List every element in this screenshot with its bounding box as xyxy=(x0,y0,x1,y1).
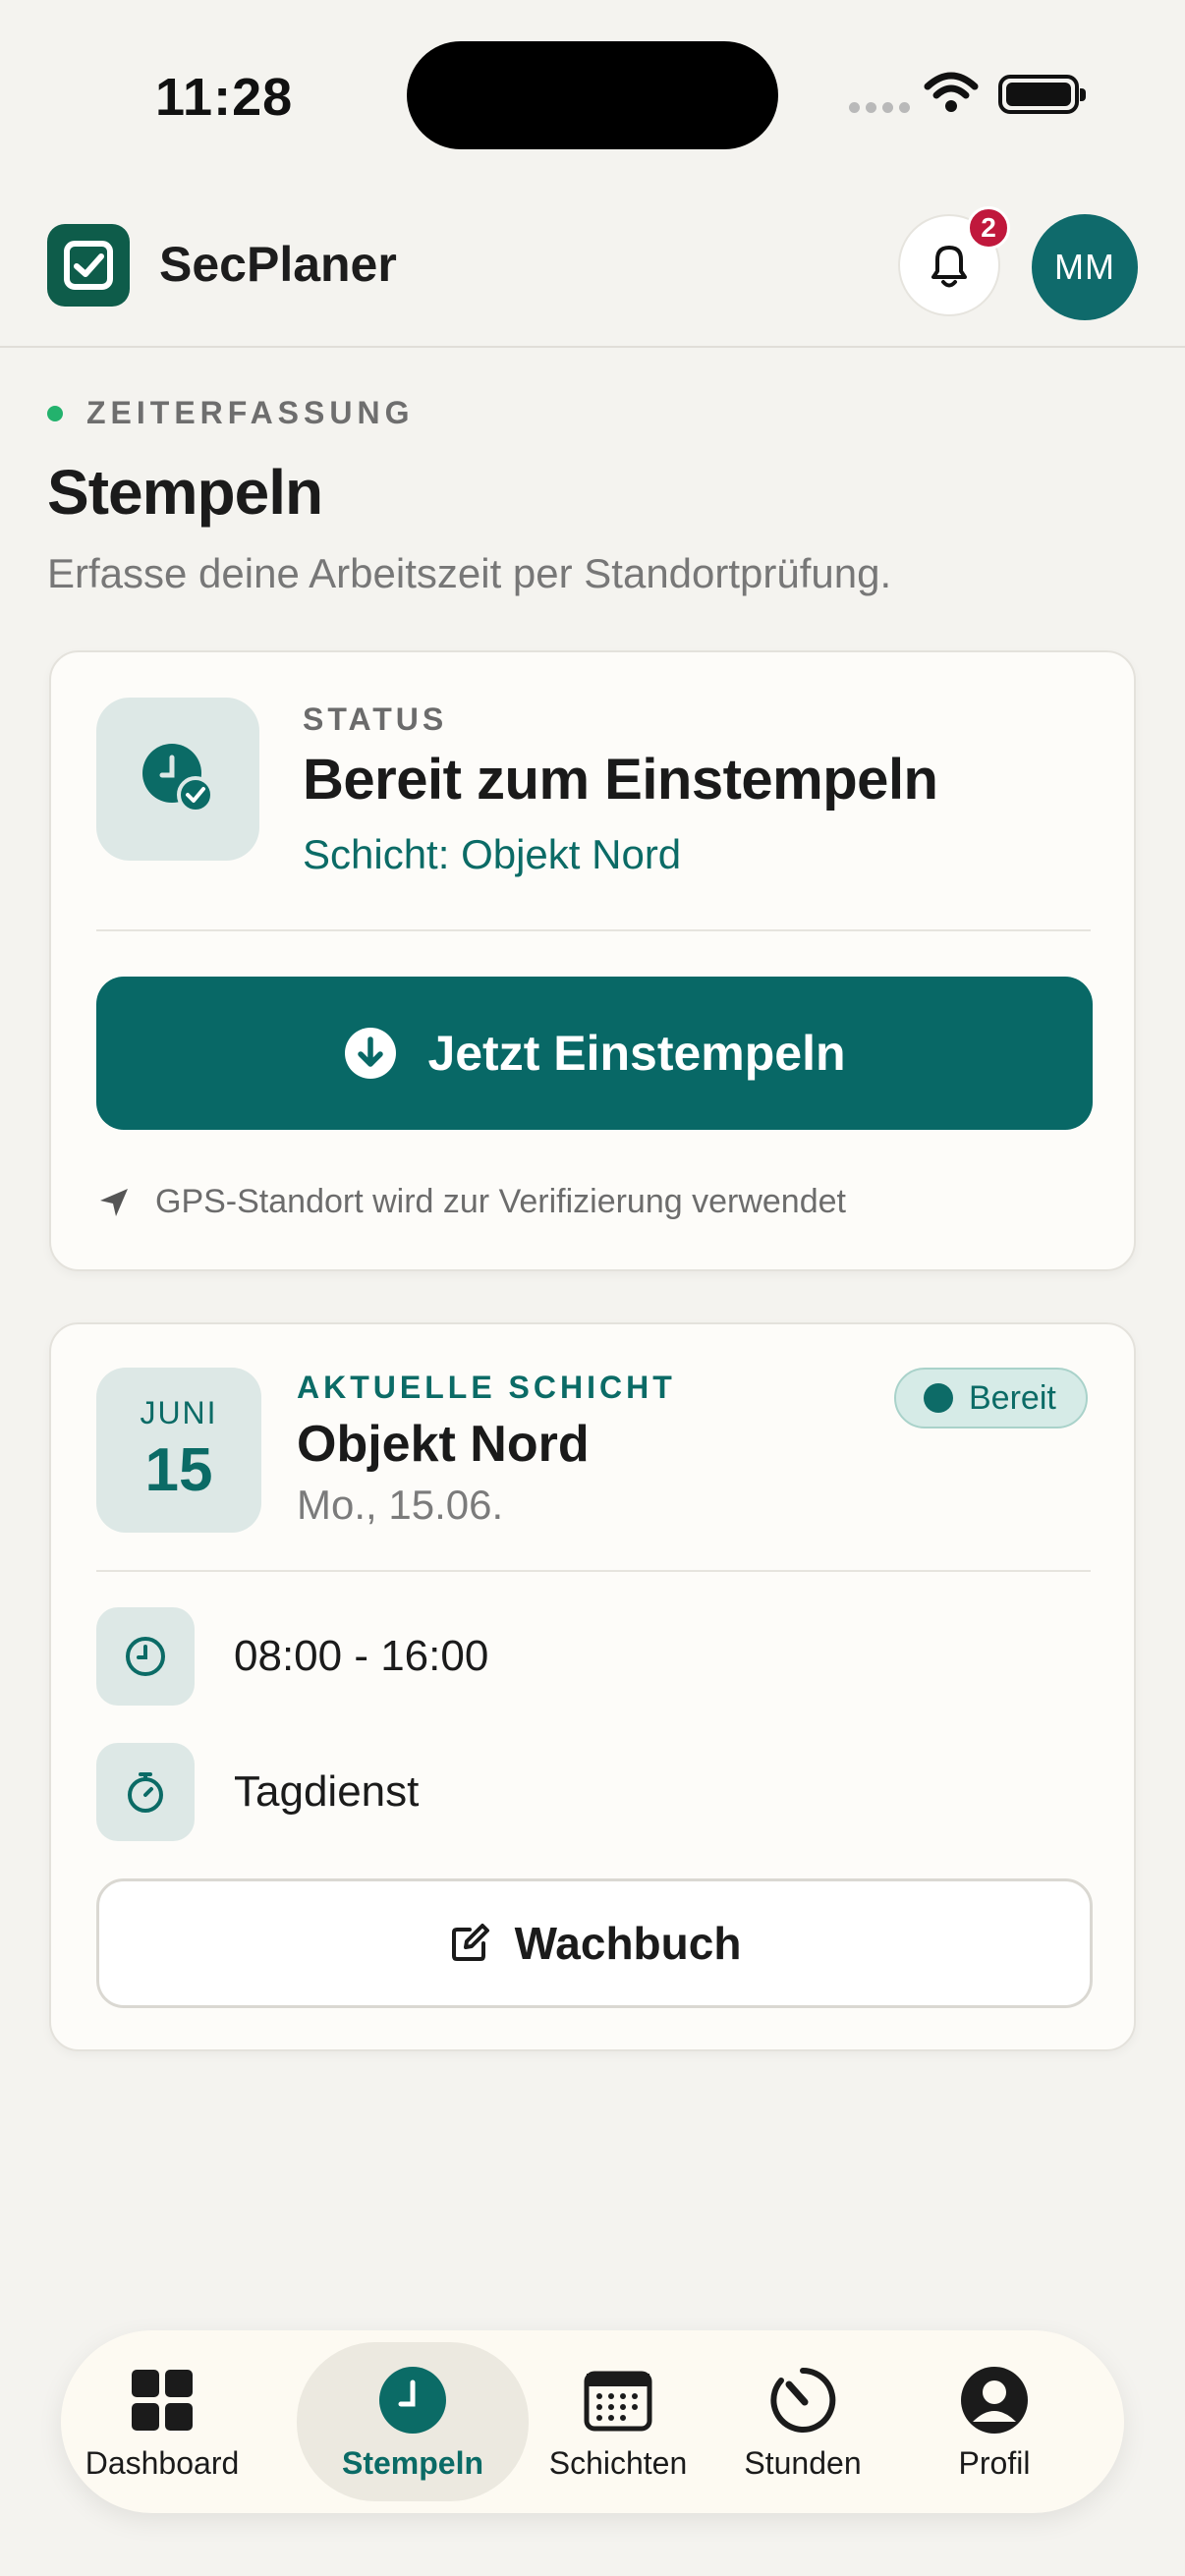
timer-icon xyxy=(767,2363,838,2437)
app-header: SecPlaner 2 MM xyxy=(0,187,1185,348)
shift-type: Tagdienst xyxy=(234,1767,420,1816)
user-icon xyxy=(959,2363,1030,2437)
section-eyebrow: ZEITERFASSUNG xyxy=(47,395,414,431)
page-subtitle: Erfasse deine Arbeitszeit per Standortpr… xyxy=(47,550,892,596)
nav-label-dashboard: Dashboard xyxy=(85,2444,240,2481)
status-bar: 11:28 xyxy=(0,0,1185,187)
clock-icon xyxy=(96,1607,195,1706)
clock-in-button[interactable]: Jetzt Einstempeln xyxy=(96,977,1093,1130)
grid-icon xyxy=(130,2363,195,2437)
app-logo-icon xyxy=(47,224,130,307)
wifi-icon xyxy=(924,71,979,119)
clock-in-label: Jetzt Einstempeln xyxy=(427,1026,846,1081)
app-title: SecPlaner xyxy=(159,237,397,292)
status-badge: Bereit xyxy=(894,1368,1088,1428)
bottom-nav: Dashboard Stempeln Schichten Stunden Pro… xyxy=(61,2330,1124,2513)
status-dot xyxy=(47,405,63,421)
divider xyxy=(96,1570,1091,1572)
calendar-icon xyxy=(584,2363,652,2437)
divider xyxy=(96,929,1091,931)
logbook-button[interactable]: Wachbuch xyxy=(96,1878,1093,2008)
shift-date-box: JUNI 15 xyxy=(96,1368,261,1533)
bell-icon xyxy=(931,246,967,288)
clock-icon xyxy=(377,2363,448,2437)
shift-month: JUNI xyxy=(140,1395,218,1430)
shift-title: Objekt Nord xyxy=(297,1416,590,1473)
gps-note-text: GPS-Standort wird zur Verifizierung verw… xyxy=(155,1183,846,1220)
badge-dot xyxy=(924,1383,953,1413)
shift-date: Mo., 15.06. xyxy=(297,1482,504,1528)
nav-label-schichten: Schichten xyxy=(548,2444,688,2481)
notification-badge: 2 xyxy=(967,206,1010,250)
battery-icon xyxy=(998,75,1086,114)
shift-type-row: Tagdienst xyxy=(96,1743,419,1841)
status-time: 11:28 xyxy=(155,68,294,127)
status-label: STATUS xyxy=(303,701,448,737)
nav-item-stunden[interactable]: Stunden xyxy=(729,2342,876,2501)
nav-item-profil[interactable]: Profil xyxy=(926,2342,1063,2501)
shift-time-range: 08:00 - 16:00 xyxy=(234,1632,489,1680)
nav-label-stempeln: Stempeln xyxy=(341,2444,484,2481)
nav-item-dashboard[interactable]: Dashboard xyxy=(85,2342,240,2501)
stopwatch-icon xyxy=(96,1743,195,1841)
arrow-down-circle-icon xyxy=(343,1026,398,1081)
avatar[interactable]: MM xyxy=(1032,214,1138,320)
nav-label-profil: Profil xyxy=(958,2444,1031,2481)
gps-note: GPS-Standort wird zur Verifizierung verw… xyxy=(96,1183,846,1221)
page-title: Stempeln xyxy=(47,457,323,528)
dynamic-island xyxy=(407,41,778,149)
status-badge-label: Bereit xyxy=(969,1378,1056,1417)
shift-eyebrow: AKTUELLE SCHICHT xyxy=(297,1370,676,1405)
shift-day: 15 xyxy=(144,1436,213,1504)
clock-check-icon xyxy=(96,698,259,861)
nav-item-stempeln[interactable]: Stempeln xyxy=(297,2342,529,2501)
status-value: Bereit zum Einstempeln xyxy=(303,748,938,812)
signal-icon xyxy=(849,102,910,113)
status-card: STATUS Bereit zum Einstempeln Schicht: O… xyxy=(49,650,1136,1271)
eyebrow-text: ZEITERFASSUNG xyxy=(86,395,415,430)
nav-item-schichten[interactable]: Schichten xyxy=(535,2342,702,2501)
nav-label-stunden: Stunden xyxy=(744,2444,862,2481)
edit-icon xyxy=(448,1922,491,1965)
shift-time-row: 08:00 - 16:00 xyxy=(96,1607,488,1706)
logbook-label: Wachbuch xyxy=(514,1918,742,1969)
status-shift: Schicht: Objekt Nord xyxy=(303,831,682,877)
current-shift-card: JUNI 15 AKTUELLE SCHICHT Objekt Nord Mo.… xyxy=(49,1322,1136,2051)
location-arrow-icon xyxy=(96,1185,132,1220)
